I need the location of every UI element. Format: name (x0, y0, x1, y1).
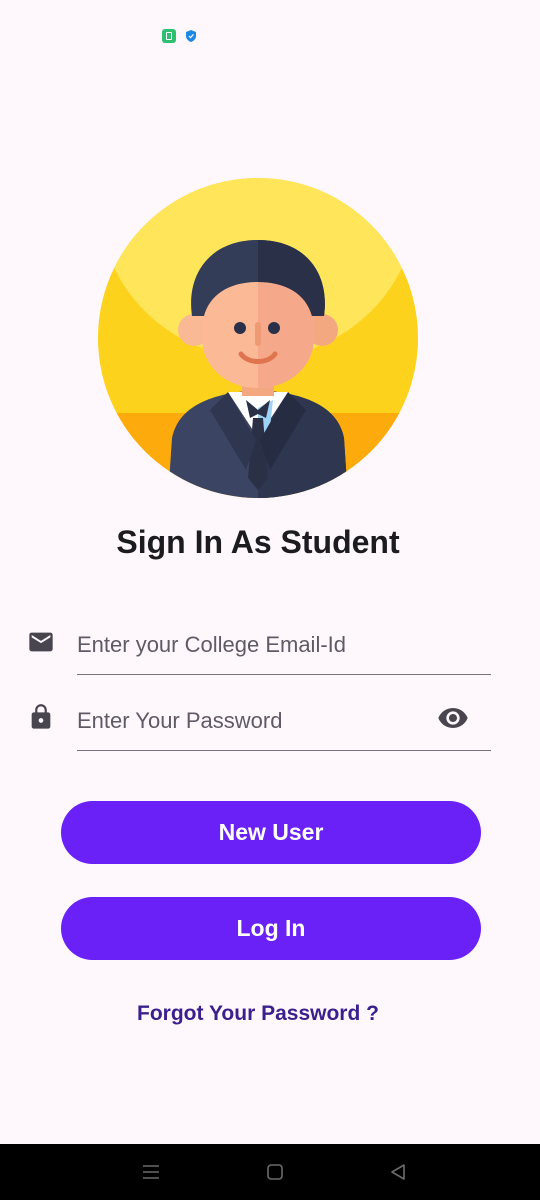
email-field[interactable] (77, 624, 491, 675)
login-button[interactable]: Log In (61, 897, 481, 960)
system-nav-bar (0, 1144, 540, 1200)
page-title: Sign In As Student (116, 524, 400, 560)
new-user-button[interactable]: New User (61, 801, 481, 864)
shield-icon (186, 30, 196, 42)
status-bar (0, 0, 540, 72)
forgot-password-link[interactable]: Forgot Your Password ? (0, 1002, 516, 1026)
email-input[interactable] (77, 632, 417, 658)
student-avatar-image (98, 178, 418, 498)
app-notification-icon (162, 29, 176, 43)
mail-icon (29, 632, 53, 652)
lock-icon (31, 704, 51, 729)
eye-icon[interactable] (437, 706, 469, 730)
home-icon[interactable] (263, 1160, 287, 1184)
password-field[interactable] (77, 700, 491, 751)
menu-icon[interactable] (139, 1160, 163, 1184)
back-icon[interactable] (386, 1160, 410, 1184)
password-input[interactable] (77, 708, 417, 734)
